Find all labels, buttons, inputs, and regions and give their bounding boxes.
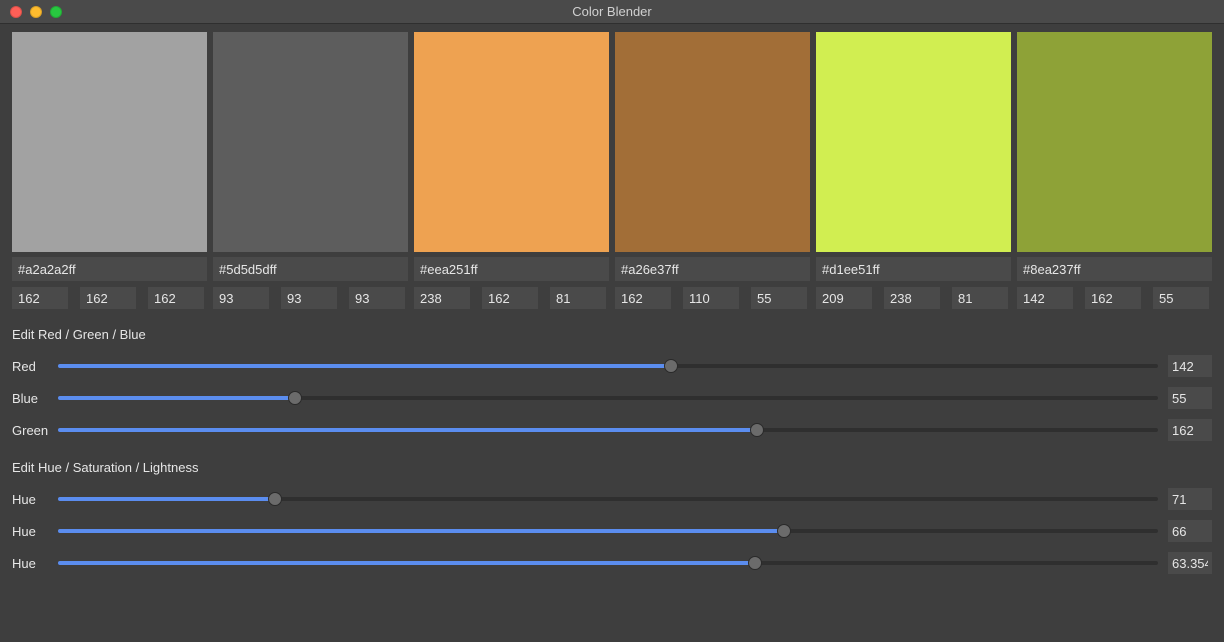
- slider[interactable]: [58, 491, 1158, 507]
- slider-label: Hue: [12, 524, 58, 539]
- section-label-hsl: Edit Hue / Saturation / Lightness: [12, 460, 1212, 475]
- g-input[interactable]: [482, 287, 538, 309]
- hsl-slider-row: Hue: [12, 551, 1212, 575]
- slider[interactable]: [58, 358, 1158, 374]
- slider-value-input[interactable]: [1168, 520, 1212, 542]
- swatch-column: [414, 32, 609, 309]
- slider-value-input[interactable]: [1168, 488, 1212, 510]
- slider-thumb[interactable]: [268, 492, 282, 506]
- hex-input[interactable]: [12, 257, 207, 281]
- color-swatch[interactable]: [414, 32, 609, 252]
- slider-thumb[interactable]: [288, 391, 302, 405]
- slider[interactable]: [58, 390, 1158, 406]
- slider-fill: [58, 561, 755, 565]
- slider-value-input[interactable]: [1168, 419, 1212, 441]
- slider-thumb[interactable]: [777, 524, 791, 538]
- slider-label: Hue: [12, 492, 58, 507]
- slider-label: Red: [12, 359, 58, 374]
- swatch-column: [615, 32, 810, 309]
- r-input[interactable]: [1017, 287, 1073, 309]
- b-input[interactable]: [349, 287, 405, 309]
- slider-fill: [58, 396, 295, 400]
- hex-input[interactable]: [816, 257, 1011, 281]
- b-input[interactable]: [1153, 287, 1209, 309]
- b-input[interactable]: [952, 287, 1008, 309]
- slider[interactable]: [58, 555, 1158, 571]
- slider-label: Hue: [12, 556, 58, 571]
- hsl-slider-row: Hue: [12, 519, 1212, 543]
- titlebar: Color Blender: [0, 0, 1224, 24]
- rgb-row: [816, 287, 1011, 309]
- b-input[interactable]: [148, 287, 204, 309]
- g-input[interactable]: [683, 287, 739, 309]
- rgb-row: [213, 287, 408, 309]
- swatch-row: [12, 32, 1212, 309]
- slider-value-input[interactable]: [1168, 552, 1212, 574]
- r-input[interactable]: [414, 287, 470, 309]
- rgb-slider-row: Blue: [12, 386, 1212, 410]
- slider-label: Green: [12, 423, 58, 438]
- rgb-row: [615, 287, 810, 309]
- color-swatch[interactable]: [816, 32, 1011, 252]
- hsl-sliders: Hue Hue Hue: [12, 487, 1212, 575]
- g-input[interactable]: [884, 287, 940, 309]
- hex-input[interactable]: [213, 257, 408, 281]
- b-input[interactable]: [550, 287, 606, 309]
- rgb-row: [414, 287, 609, 309]
- hsl-slider-row: Hue: [12, 487, 1212, 511]
- rgb-slider-row: Red: [12, 354, 1212, 378]
- rgb-row: [12, 287, 207, 309]
- r-input[interactable]: [12, 287, 68, 309]
- slider-value-input[interactable]: [1168, 387, 1212, 409]
- hex-input[interactable]: [414, 257, 609, 281]
- content: Edit Red / Green / Blue Red Blue Green Edi…: [0, 24, 1224, 605]
- slider-fill: [58, 529, 784, 533]
- swatch-column: [1017, 32, 1212, 309]
- slider-fill: [58, 428, 757, 432]
- hex-input[interactable]: [1017, 257, 1212, 281]
- r-input[interactable]: [213, 287, 269, 309]
- slider[interactable]: [58, 523, 1158, 539]
- slider-thumb[interactable]: [750, 423, 764, 437]
- slider-fill: [58, 364, 671, 368]
- slider-fill: [58, 497, 275, 501]
- color-swatch[interactable]: [12, 32, 207, 252]
- r-input[interactable]: [615, 287, 671, 309]
- swatch-column: [816, 32, 1011, 309]
- rgb-slider-row: Green: [12, 418, 1212, 442]
- g-input[interactable]: [1085, 287, 1141, 309]
- slider-value-input[interactable]: [1168, 355, 1212, 377]
- color-swatch[interactable]: [1017, 32, 1212, 252]
- b-input[interactable]: [751, 287, 807, 309]
- window-title: Color Blender: [0, 4, 1224, 19]
- slider-label: Blue: [12, 391, 58, 406]
- swatch-column: [12, 32, 207, 309]
- rgb-row: [1017, 287, 1212, 309]
- hex-input[interactable]: [615, 257, 810, 281]
- slider-thumb[interactable]: [748, 556, 762, 570]
- swatch-column: [213, 32, 408, 309]
- g-input[interactable]: [281, 287, 337, 309]
- slider-thumb[interactable]: [664, 359, 678, 373]
- section-label-rgb: Edit Red / Green / Blue: [12, 327, 1212, 342]
- color-swatch[interactable]: [213, 32, 408, 252]
- r-input[interactable]: [816, 287, 872, 309]
- color-swatch[interactable]: [615, 32, 810, 252]
- g-input[interactable]: [80, 287, 136, 309]
- slider[interactable]: [58, 422, 1158, 438]
- rgb-sliders: Red Blue Green: [12, 354, 1212, 442]
